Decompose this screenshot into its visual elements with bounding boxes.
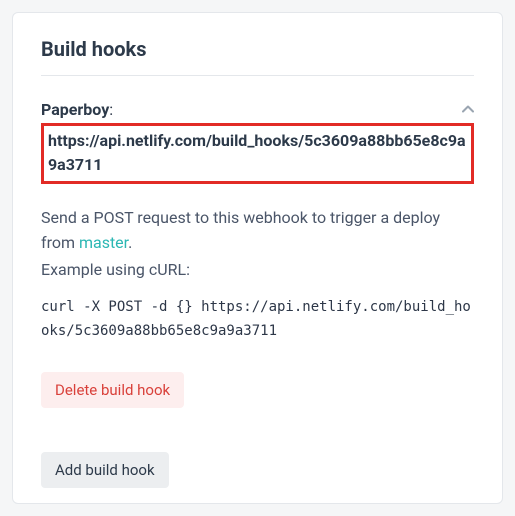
delete-build-hook-button[interactable]: Delete build hook (41, 372, 184, 408)
hook-desc-suffix: . (128, 233, 132, 252)
hook-name-colon: : (109, 100, 113, 119)
section-title: Build hooks (41, 37, 474, 61)
hook-header: Paperboy: (41, 100, 474, 119)
curl-example: curl -X POST -d {} https://api.netlify.c… (41, 296, 474, 344)
example-label: Example using cURL: (41, 258, 474, 283)
build-hooks-card: Build hooks Paperboy: https://api.netlif… (12, 12, 503, 504)
hook-description: Send a POST request to this webhook to t… (41, 206, 474, 256)
branch-link[interactable]: master (79, 233, 128, 252)
add-build-hook-button[interactable]: Add build hook (41, 452, 169, 488)
hook-name-line: Paperboy: (41, 100, 113, 119)
chevron-up-icon[interactable] (462, 100, 474, 116)
hook-url: https://api.netlify.com/build_hooks/5c36… (41, 123, 474, 184)
hook-name: Paperboy (41, 100, 109, 119)
divider (41, 75, 474, 76)
